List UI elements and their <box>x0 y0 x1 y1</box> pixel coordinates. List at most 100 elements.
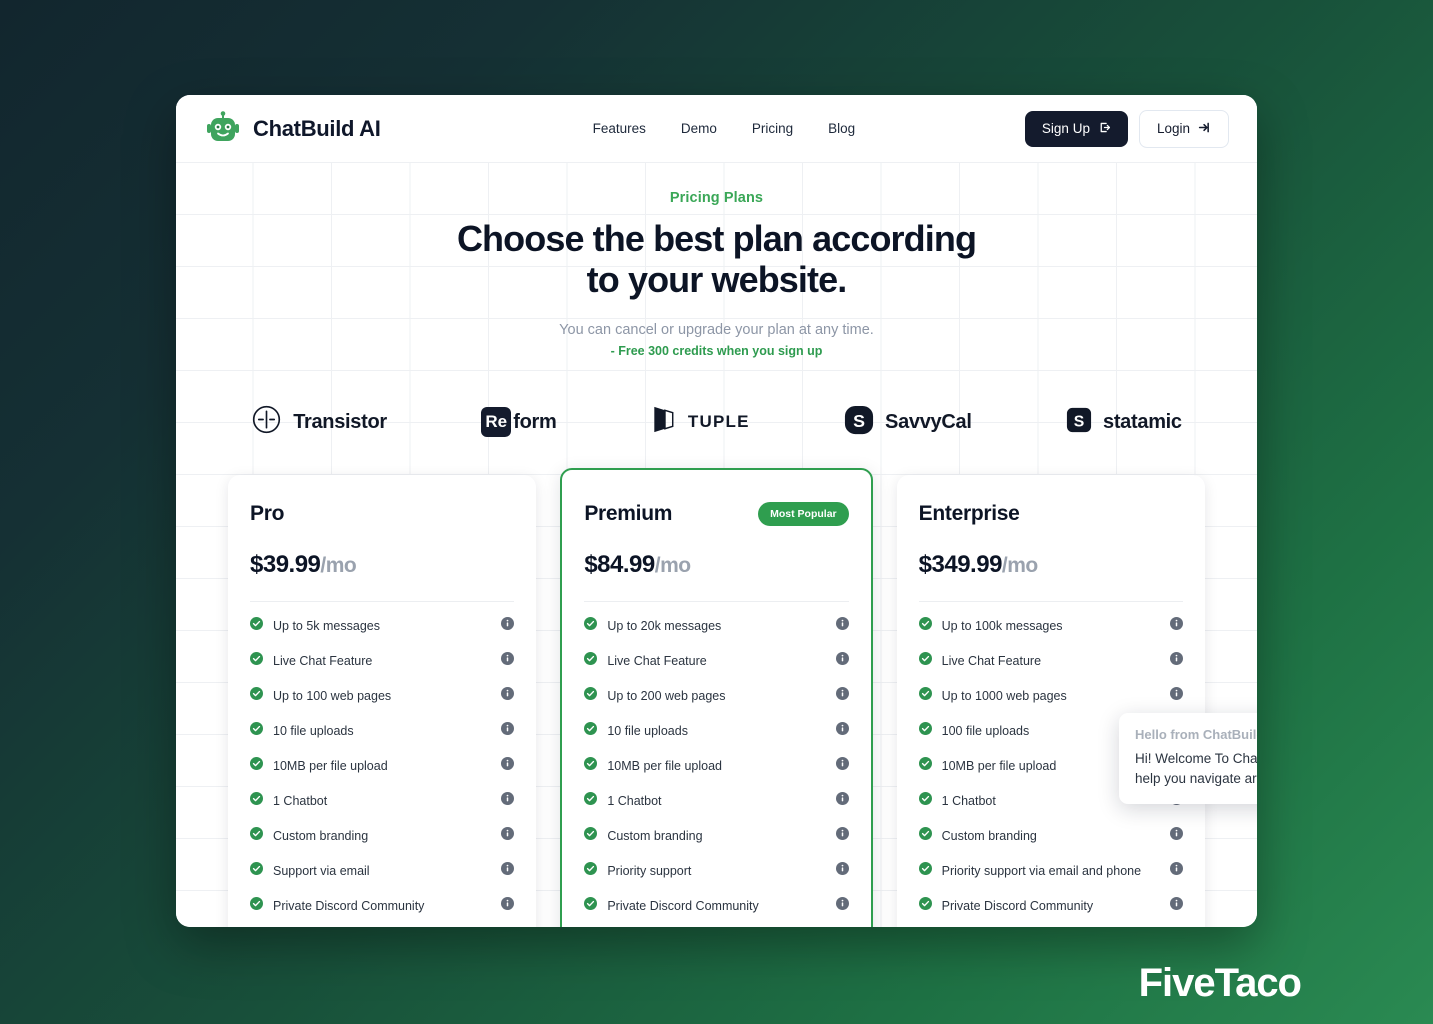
info-icon[interactable] <box>501 686 515 705</box>
feature-row: Up to 1000 web pages <box>918 678 1183 713</box>
check-circle-icon <box>918 791 932 810</box>
feature-row: Live Chat Feature <box>250 643 515 678</box>
plan-price-period: /mo <box>654 554 691 578</box>
info-icon[interactable] <box>1169 651 1183 670</box>
info-icon[interactable] <box>1169 616 1183 635</box>
feature-row: Custom branding <box>918 818 1183 853</box>
feature-row: Priority support <box>584 853 849 888</box>
check-circle-icon <box>250 826 263 845</box>
logo-statamic-label: statamic <box>1103 410 1182 433</box>
info-icon[interactable] <box>501 791 515 810</box>
check-circle-icon <box>584 896 598 915</box>
card-divider <box>584 601 849 603</box>
info-icon[interactable] <box>835 756 849 775</box>
check-circle-icon <box>584 791 598 810</box>
info-icon[interactable] <box>501 861 515 880</box>
feature-row: Up to 100 web pages <box>250 678 515 713</box>
feature-row: Up to 200 web pages <box>584 678 849 713</box>
login-button[interactable]: Login <box>1138 109 1229 148</box>
info-icon[interactable] <box>835 861 849 880</box>
feature-row: Private Discord Community <box>584 888 849 923</box>
plan-price-period: /mo <box>320 554 357 578</box>
feature-row: 10 file uploads <box>584 713 849 748</box>
transistor-circle-icon <box>251 404 282 440</box>
feature-label: Live Chat Feature <box>607 653 707 668</box>
chat-tooltip-title: Hello from ChatBuild AI! <box>1135 727 1257 742</box>
check-circle-icon <box>918 861 932 880</box>
info-icon[interactable] <box>835 651 849 670</box>
check-circle-icon <box>250 651 263 670</box>
site-header: ChatBuild AI Features Demo Pricing Blog … <box>176 95 1257 162</box>
check-circle-icon <box>918 651 932 670</box>
nav-item-blog[interactable]: Blog <box>828 121 855 136</box>
feature-row: Live Chat Feature <box>584 643 849 678</box>
card-divider <box>250 601 515 603</box>
brand-logo[interactable]: ChatBuild AI <box>204 110 381 148</box>
signup-button[interactable]: Sign Up <box>1024 110 1128 147</box>
pricing-card-pro: Pro $39.99/mo Up to 5k messages Live Cha… <box>228 475 537 927</box>
info-icon[interactable] <box>1169 861 1183 880</box>
info-icon[interactable] <box>501 616 515 635</box>
check-circle-icon <box>584 616 598 635</box>
check-circle-icon <box>584 721 598 740</box>
info-icon[interactable] <box>501 721 515 740</box>
info-icon[interactable] <box>1169 896 1183 915</box>
plan-name: Pro <box>250 502 285 526</box>
check-circle-icon <box>918 721 932 740</box>
pricing-subtitle: You can cancel or upgrade your plan at a… <box>559 322 874 339</box>
feature-row: 1 Chatbot <box>250 783 515 818</box>
feature-label: Private Discord Community <box>607 898 759 913</box>
feature-row: 10 file uploads <box>250 713 515 748</box>
pricing-hero: Pricing Plans Choose the best plan accor… <box>176 162 1257 927</box>
tuple-flag-icon <box>651 404 677 440</box>
card-header: Pro <box>250 501 514 527</box>
feature-row: Live Chat Feature <box>918 643 1183 678</box>
info-icon[interactable] <box>501 651 515 670</box>
pricing-credits-note: - Free 300 credits when you sign up <box>610 344 823 359</box>
pricing-eyebrow: Pricing Plans <box>669 190 764 206</box>
info-icon[interactable] <box>1169 826 1183 845</box>
info-icon[interactable] <box>835 896 849 915</box>
info-icon[interactable] <box>501 756 515 775</box>
plan-price-amount: $84.99 <box>584 551 655 579</box>
plan-price: $84.99/mo <box>584 551 848 579</box>
logo-statamic: S statamic <box>1066 407 1182 438</box>
chat-welcome-tooltip: Hello from ChatBuild AI! Hi! Welcome To … <box>1119 713 1257 805</box>
feature-label: Up to 100 web pages <box>273 688 392 703</box>
info-icon[interactable] <box>835 721 849 740</box>
nav-item-pricing[interactable]: Pricing <box>752 121 793 136</box>
info-icon[interactable] <box>501 826 515 845</box>
main-nav: Features Demo Pricing Blog <box>593 121 856 136</box>
feature-label: Priority support via email and phone <box>941 863 1142 878</box>
info-icon[interactable] <box>835 826 849 845</box>
feature-list: Up to 5k messages Live Chat Feature Up t… <box>250 608 515 923</box>
logo-savvycal: S SavvyCal <box>844 405 972 440</box>
info-icon[interactable] <box>1169 686 1183 705</box>
info-icon[interactable] <box>835 686 849 705</box>
feature-label: Custom branding <box>607 828 703 843</box>
info-icon[interactable] <box>835 791 849 810</box>
robot-icon <box>204 110 242 148</box>
feature-row: 10MB per file upload <box>250 748 515 783</box>
feature-label: Priority support <box>607 863 692 878</box>
svg-text:S: S <box>853 411 865 431</box>
feature-label: Up to 1000 web pages <box>941 688 1067 703</box>
feature-row: Private Discord Community <box>918 888 1183 923</box>
page-title: Choose the best plan according to your w… <box>176 218 1257 300</box>
feature-label: 10MB per file upload <box>273 758 388 773</box>
info-icon[interactable] <box>835 616 849 635</box>
feature-label: Up to 5k messages <box>273 618 380 633</box>
pricing-cards: Pro $39.99/mo Up to 5k messages Live Cha… <box>176 468 1257 927</box>
nav-item-demo[interactable]: Demo <box>681 121 717 136</box>
feature-row: Custom branding <box>584 818 849 853</box>
check-circle-icon <box>250 686 263 705</box>
page-title-line1: Choose the best plan according <box>456 218 977 259</box>
most-popular-badge: Most Popular <box>758 502 849 527</box>
nav-item-features[interactable]: Features <box>593 121 646 136</box>
brand-name: ChatBuild AI <box>253 115 381 141</box>
login-button-label: Login <box>1156 121 1190 136</box>
feature-label: Custom branding <box>941 828 1037 843</box>
statamic-s-icon: S <box>1066 407 1092 438</box>
info-icon[interactable] <box>501 896 515 915</box>
check-circle-icon <box>918 896 932 915</box>
